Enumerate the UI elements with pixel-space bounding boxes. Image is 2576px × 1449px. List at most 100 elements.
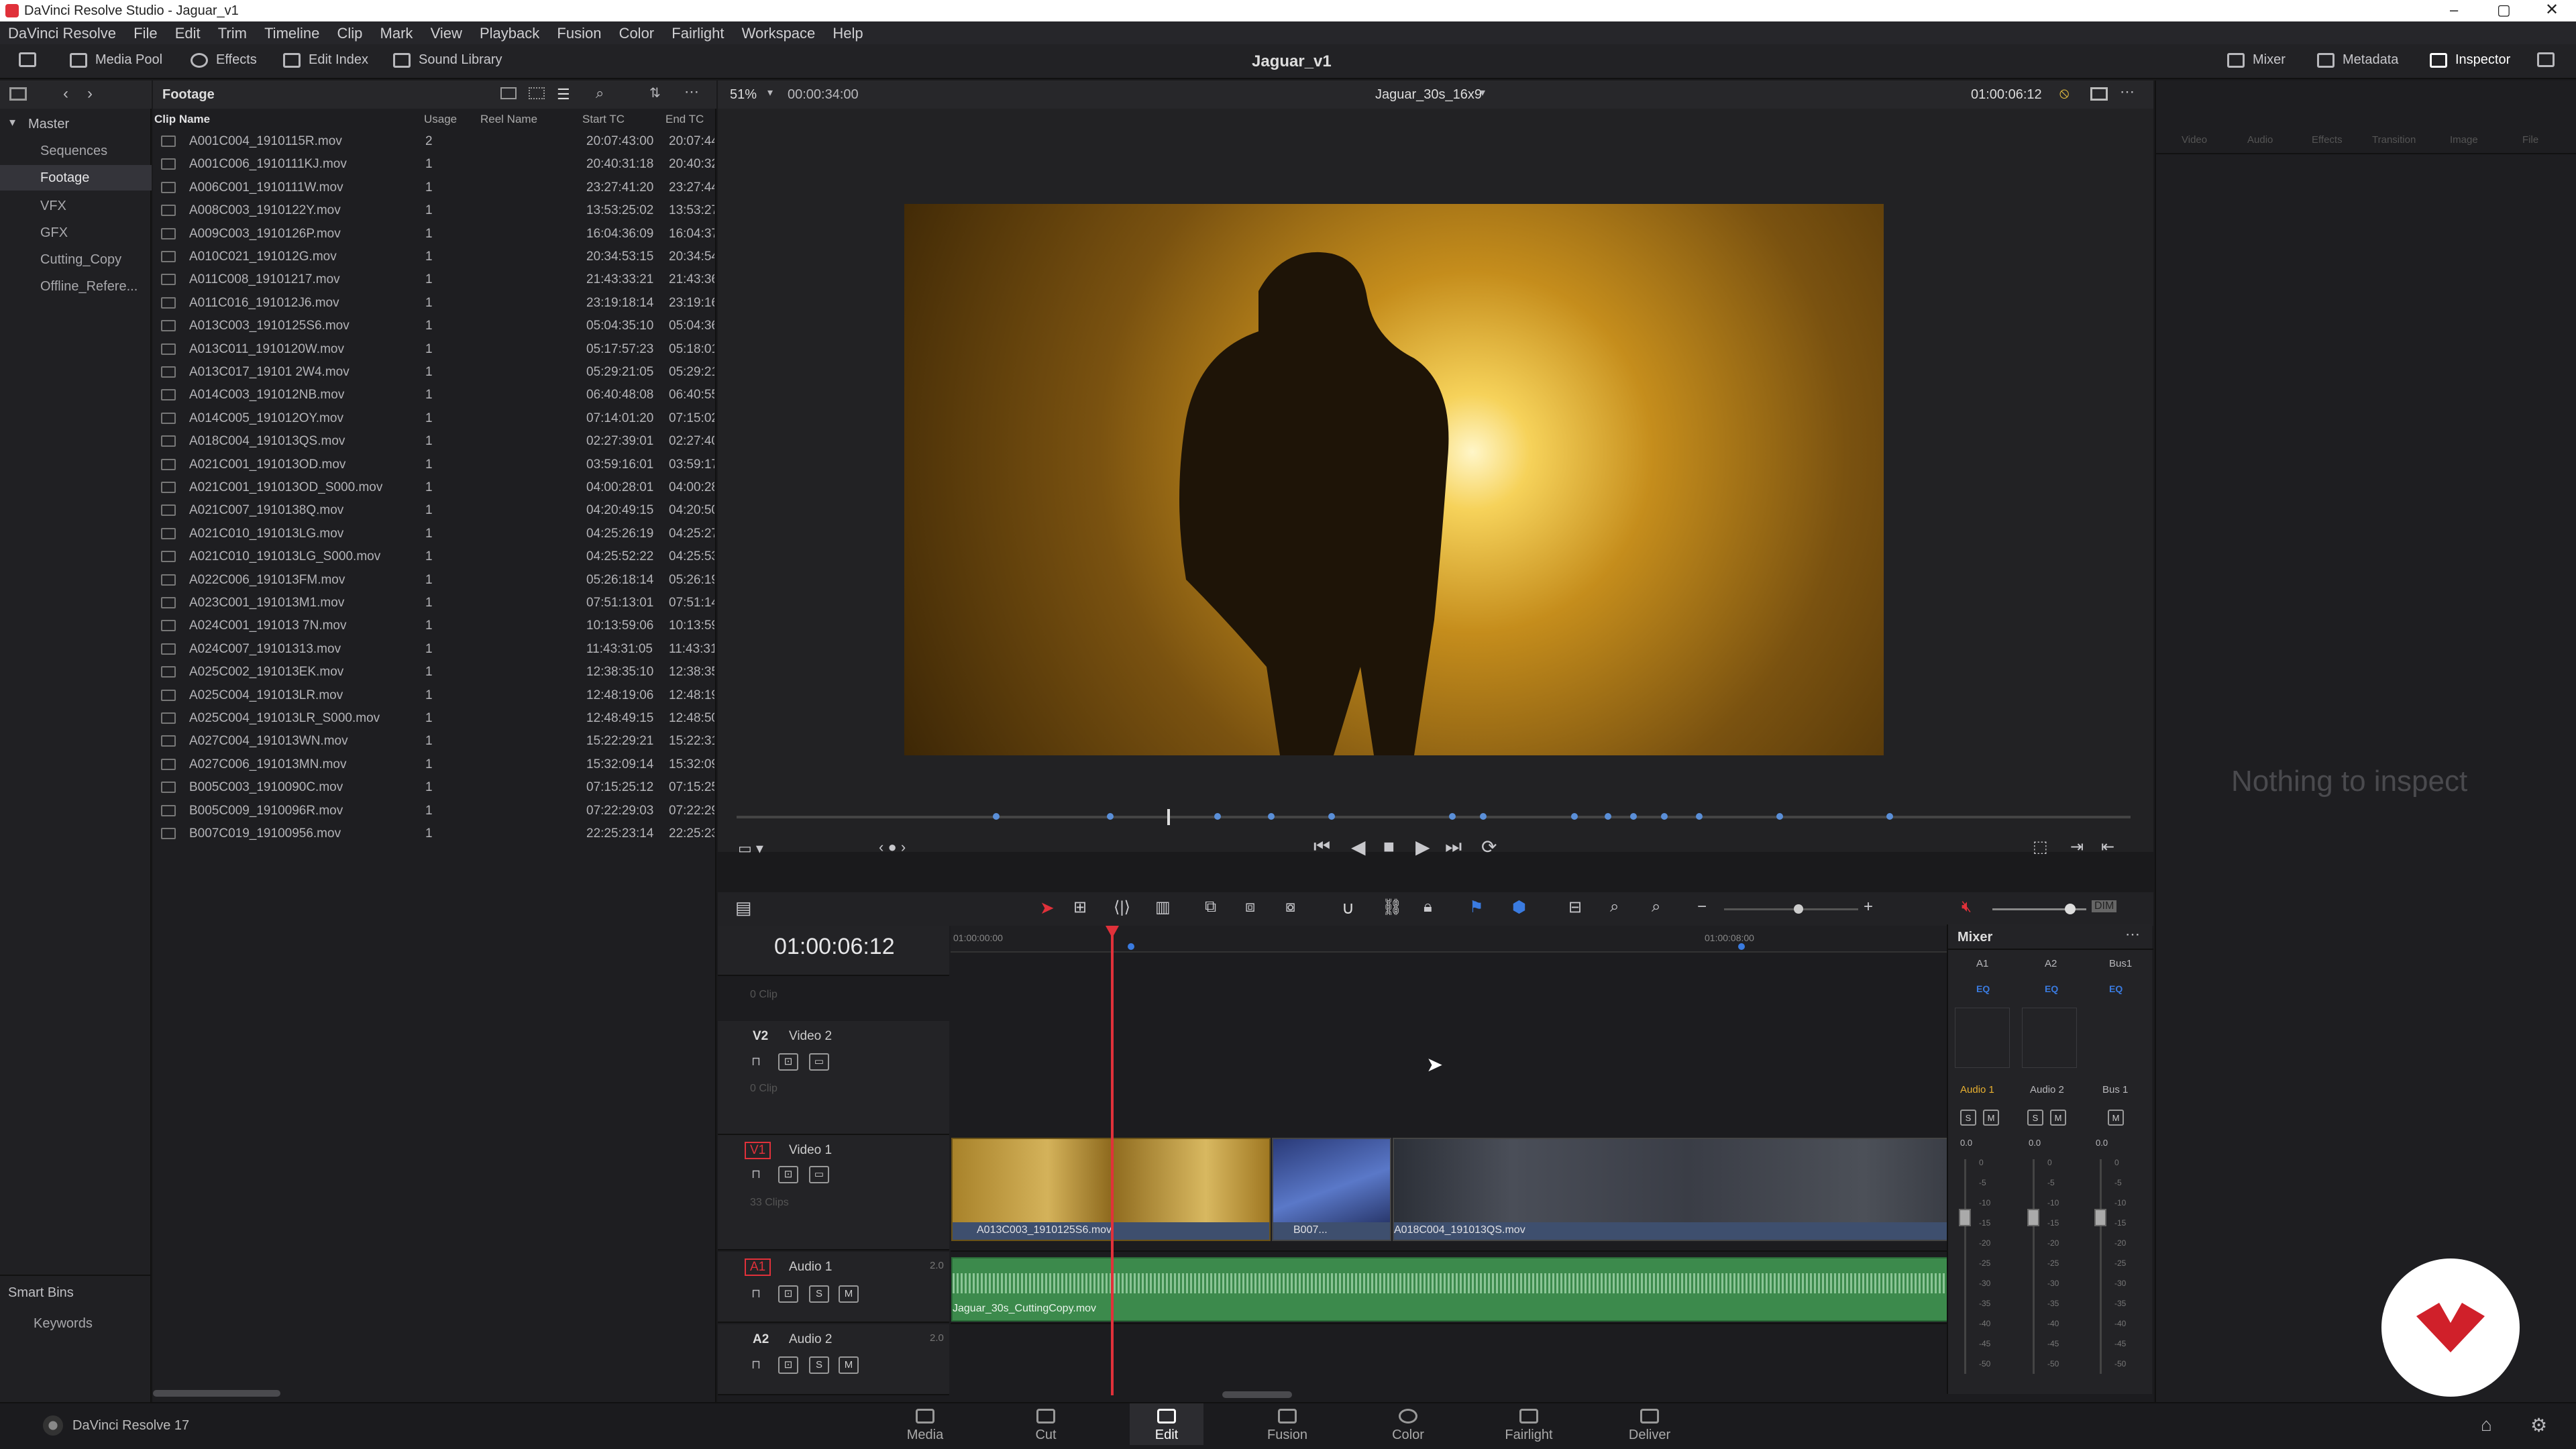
mark-out-icon[interactable]: ⇤ <box>2101 837 2114 857</box>
clip-row[interactable]: A018C004_191013QS.mov 1 02:27:39:01 02:27:4… <box>153 430 716 453</box>
eq-button-bus1[interactable]: EQ <box>2109 983 2123 994</box>
fullscreen-button[interactable] <box>2537 52 2555 67</box>
menu-fairlight[interactable]: Fairlight <box>672 21 724 42</box>
menu-playback[interactable]: Playback <box>480 21 539 42</box>
chevron-down-icon[interactable]: ▾ <box>767 86 773 99</box>
viewer-video-frame[interactable] <box>904 204 1884 755</box>
sort-icon[interactable]: ⇅ <box>649 85 661 101</box>
zoom-full-icon[interactable]: ⊟ <box>1568 898 1582 917</box>
clip-row[interactable]: A021C010_191013LG_S000.mov 1 04:25:52:22 04… <box>153 545 716 568</box>
page-media[interactable]: Media <box>888 1409 962 1443</box>
zoom-in-icon[interactable]: + <box>1864 898 1873 916</box>
timeline-timecode[interactable]: 01:00:06:12 <box>774 934 895 960</box>
marker-icon[interactable] <box>1268 813 1275 820</box>
eq-button-a2[interactable]: EQ <box>2045 983 2058 994</box>
marker-icon[interactable] <box>1449 813 1456 820</box>
insert-clip-icon[interactable]: ⧉ <box>1205 898 1216 916</box>
clip-row[interactable]: B005C009_1910096R.mov 1 07:22:29:03 07:22:2… <box>153 800 716 822</box>
more-options-icon[interactable]: ⋯ <box>2125 926 2140 943</box>
menu-color[interactable]: Color <box>619 21 655 42</box>
viewer-timecode[interactable]: 01:00:06:12 <box>1971 87 2042 103</box>
search-icon[interactable]: ⌕ <box>596 85 604 102</box>
clip-row[interactable]: A011C008_19101217.mov 1 21:43:33:21 21:43:3… <box>153 268 716 291</box>
clip-row[interactable]: A013C003_1910125S6.mov 1 05:04:35:10 05:04:… <box>153 315 716 337</box>
match-frame-icon[interactable]: ‹ ● › <box>879 839 906 856</box>
master-bin[interactable]: Master <box>28 117 69 132</box>
clip-row[interactable]: A027C006_191013MN.mov 1 15:32:09:14 15:32:0… <box>153 753 716 776</box>
clip-row[interactable]: A023C001_191013M1.mov 1 07:51:13:01 07:51:1… <box>153 592 716 614</box>
track-id-a2[interactable]: A2 <box>753 1332 769 1347</box>
page-color[interactable]: Color <box>1371 1409 1445 1443</box>
timeline-playhead[interactable] <box>1111 926 1114 1395</box>
go-to-end-icon[interactable]: ⏭ <box>1445 836 1462 858</box>
tab-audio[interactable]: Audio <box>2247 134 2273 146</box>
timeline-ruler[interactable]: 01:00:00:00 01:00:08:00 <box>951 926 1985 953</box>
mute-button-a2[interactable]: M <box>839 1356 859 1374</box>
menu-view[interactable]: View <box>431 21 462 42</box>
col-start-tc[interactable]: Start TC <box>582 113 625 126</box>
dim-icon[interactable]: DIM <box>2092 900 2117 912</box>
clip-row[interactable]: A001C004_1910115R.mov 2 20:07:43:00 20:07:4… <box>153 130 716 153</box>
loop-icon[interactable]: ⟳ <box>1481 836 1497 858</box>
settings-gear-icon[interactable]: ⚙ <box>2530 1414 2547 1436</box>
clip-row[interactable]: A021C001_191013OD_S000.mov 1 04:00:28:01 04… <box>153 476 716 499</box>
timeline-options-icon[interactable]: ▤ <box>735 898 752 918</box>
clip-row[interactable]: A008C003_1910122Y.mov 1 13:53:25:02 13:53:2… <box>153 199 716 222</box>
effects-button[interactable]: Effects <box>191 52 257 68</box>
blade-tool-icon[interactable]: ▥ <box>1155 898 1171 917</box>
media-pool-button[interactable]: Media Pool <box>70 52 162 68</box>
replace-clip-icon[interactable]: ⧇ <box>1285 898 1295 916</box>
close-icon[interactable]: ✕ <box>2545 0 2559 19</box>
volume-handle[interactable] <box>2065 904 2076 914</box>
clip-row[interactable]: A021C001_191013OD.mov 1 03:59:16:01 03:59:1… <box>153 453 716 476</box>
clip-row[interactable]: A013C011_1910120W.mov 1 05:17:57:23 05:18:0… <box>153 338 716 361</box>
eq-button-a1[interactable]: EQ <box>1976 983 1990 994</box>
clip-row[interactable]: A025C004_191013LR.mov 1 12:48:19:06 12:48:1… <box>153 684 716 707</box>
home-icon[interactable]: ⌂ <box>2481 1414 2492 1436</box>
viewer-scrubber[interactable] <box>737 816 2131 818</box>
bin-gfx[interactable]: GFX <box>40 225 68 241</box>
clip-row[interactable]: A001C006_1910111KJ.mov 1 20:40:31:18 20:40:… <box>153 153 716 176</box>
marker-icon[interactable] <box>993 813 1000 820</box>
mute-button-strip1[interactable]: M <box>1983 1110 1999 1126</box>
lock-icon[interactable]: ⊓ <box>751 1167 761 1181</box>
col-clip-name[interactable]: Clip Name <box>154 113 210 126</box>
marker-icon[interactable] <box>1605 813 1611 820</box>
track-id-v1[interactable]: V1 <box>745 1142 771 1159</box>
sound-library-button[interactable]: Sound Library <box>393 52 502 68</box>
menu-davinci[interactable]: DaVinci Resolve <box>8 21 116 42</box>
marker-icon[interactable] <box>1696 813 1703 820</box>
marker-icon[interactable] <box>1776 813 1783 820</box>
menu-edit[interactable]: Edit <box>175 21 201 42</box>
fader-handle-a2[interactable] <box>2027 1209 2039 1226</box>
menu-fusion[interactable]: Fusion <box>557 21 601 42</box>
clip-row[interactable]: A021C007_1910138Q.mov 1 04:20:49:15 04:20:5… <box>153 499 716 522</box>
toggle-panel-button[interactable] <box>19 52 36 67</box>
timeline-scrollbar[interactable] <box>1222 1391 1292 1398</box>
marker-icon[interactable] <box>1328 813 1335 820</box>
tab-video[interactable]: Video <box>2182 134 2207 146</box>
zoom-detail-icon[interactable]: ⌕ <box>1610 898 1619 916</box>
fader-track[interactable] <box>2033 1159 2035 1374</box>
clip-row[interactable]: A024C001_191013 7N.mov 1 10:13:59:06 10:13:… <box>153 614 716 637</box>
bin-footage[interactable]: Footage <box>40 170 89 186</box>
page-edit[interactable]: Edit <box>1130 1403 1203 1445</box>
menu-mark[interactable]: Mark <box>380 21 413 42</box>
zoom-out-icon[interactable]: − <box>1697 898 1707 916</box>
smart-bin-keywords[interactable]: Keywords <box>34 1316 93 1332</box>
pan-control-a2[interactable] <box>2022 1008 2077 1068</box>
grid-view-icon[interactable] <box>529 87 545 99</box>
fader-handle-a1[interactable] <box>1959 1209 1971 1226</box>
chevron-down-icon[interactable]: ▾ <box>1480 86 1485 99</box>
lock-icon[interactable]: ⊓ <box>751 1055 761 1069</box>
menu-help[interactable]: Help <box>833 21 863 42</box>
marker-icon[interactable] <box>1214 813 1221 820</box>
menu-clip[interactable]: Clip <box>337 21 363 42</box>
position-lock-icon[interactable]: 🔒︎ <box>1424 898 1432 916</box>
clip-row[interactable]: A021C010_191013LG.mov 1 04:25:26:19 04:25:2… <box>153 523 716 545</box>
back-icon[interactable]: ‹ <box>63 85 68 103</box>
snapping-icon[interactable]: ∪ <box>1342 898 1354 918</box>
list-view-icon[interactable]: ☰ <box>557 86 570 103</box>
maximize-icon[interactable]: ▢ <box>2497 1 2511 19</box>
page-fairlight[interactable]: Fairlight <box>1492 1409 1566 1443</box>
